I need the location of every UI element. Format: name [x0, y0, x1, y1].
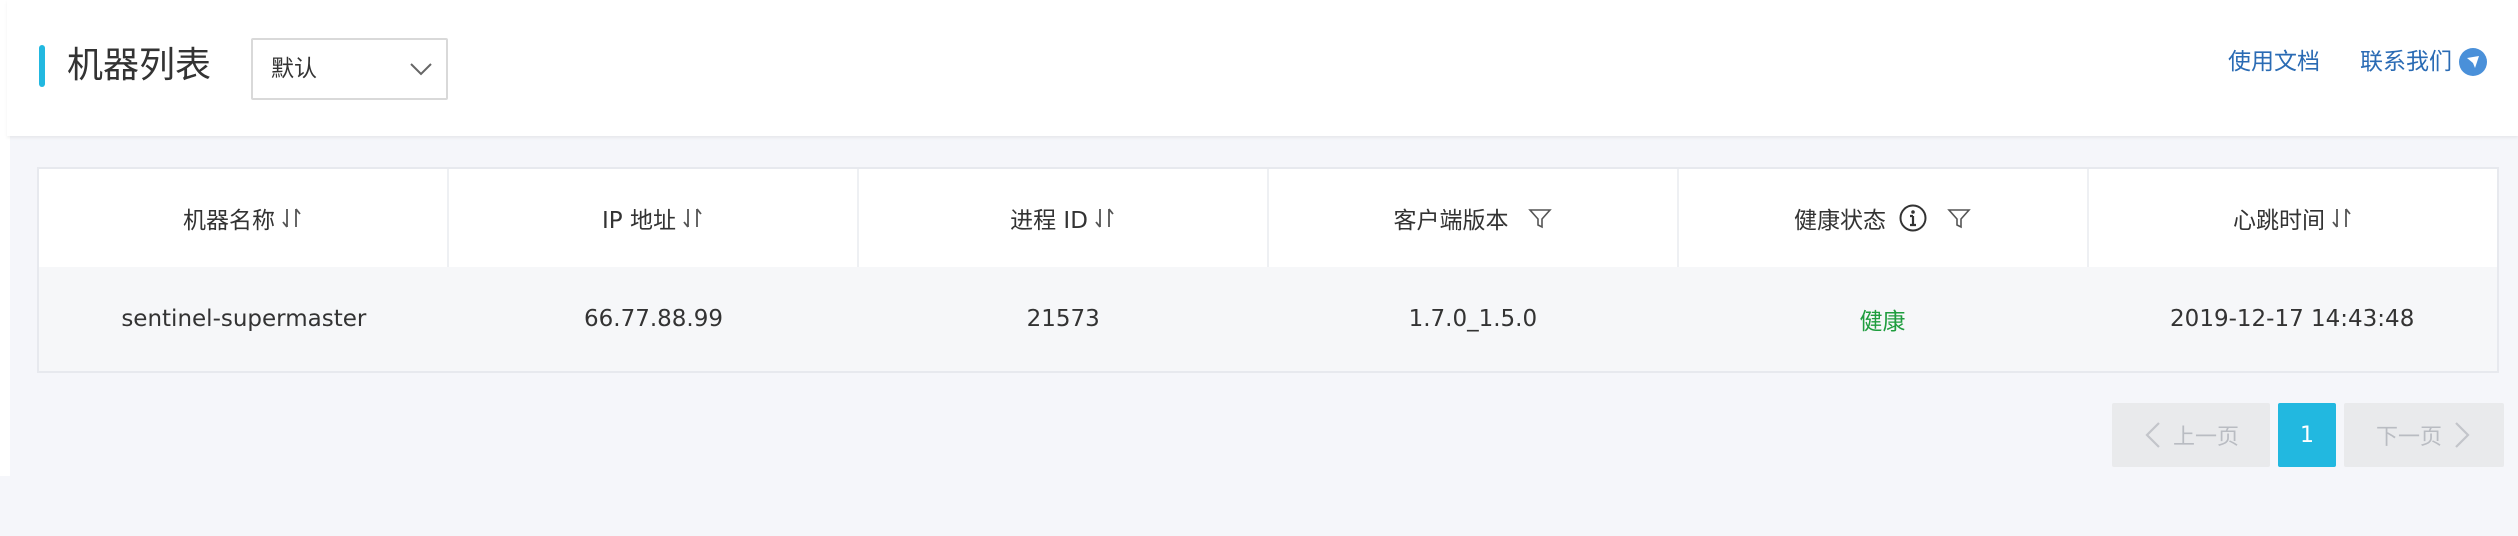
- prev-page-label: 上一页: [2172, 425, 2239, 450]
- sort-icon[interactable]: [682, 206, 704, 230]
- sort-icon[interactable]: [281, 206, 303, 230]
- chat-bubble-icon: [2459, 48, 2487, 76]
- column-header-pid[interactable]: 进程 ID: [857, 169, 1267, 267]
- column-header-client-version[interactable]: 客户端版本: [1267, 169, 1677, 267]
- header-links: 使用文档 联系我们: [2228, 46, 2488, 78]
- machine-table: 机器名称 IP 地址 进程 ID 客户端版本 健康状态 心跳时间 sentine…: [37, 167, 2499, 373]
- table-header: 机器名称 IP 地址 进程 ID 客户端版本 健康状态 心跳时间: [39, 169, 2497, 269]
- column-label: 健康状态: [1794, 208, 1886, 234]
- filter-icon[interactable]: [1527, 206, 1553, 230]
- sort-icon[interactable]: [2331, 206, 2353, 230]
- chevron-right-icon: [2455, 422, 2470, 448]
- sort-icon[interactable]: [1094, 206, 1116, 230]
- group-select[interactable]: 默认: [251, 38, 448, 100]
- column-header-machine-name[interactable]: 机器名称: [39, 169, 447, 267]
- chevron-left-icon: [2145, 422, 2160, 448]
- column-header-heartbeat[interactable]: 心跳时间: [2087, 169, 2497, 267]
- cell-heartbeat-time: 2019-12-17 14:43:48: [2170, 306, 2415, 332]
- page-1-button[interactable]: 1: [2278, 403, 2336, 467]
- title-accent-bar: [39, 45, 45, 87]
- column-label: 进程 ID: [1010, 208, 1088, 234]
- column-label: 机器名称: [183, 208, 275, 234]
- contact-link-label: 联系我们: [2360, 49, 2452, 75]
- column-label: 心跳时间: [2233, 208, 2325, 234]
- group-select-value: 默认: [271, 56, 317, 82]
- info-icon[interactable]: [1898, 203, 1928, 233]
- column-header-ip[interactable]: IP 地址: [447, 169, 857, 267]
- column-label: 客户端版本: [1393, 208, 1509, 234]
- pagination: 上一页 1 下一页: [2112, 403, 2504, 467]
- next-page-label: 下一页: [2375, 425, 2442, 450]
- cell-machine-name: sentinel-supermaster: [121, 306, 367, 332]
- table-row: sentinel-supermaster 66.77.88.99 21573 1…: [39, 267, 2497, 371]
- cell-pid: 21573: [1026, 306, 1100, 332]
- chevron-down-icon: [410, 63, 432, 76]
- cell-ip: 66.77.88.99: [584, 306, 723, 332]
- filter-icon[interactable]: [1946, 206, 1972, 230]
- docs-link[interactable]: 使用文档: [2228, 46, 2320, 78]
- cell-client-version: 1.7.0_1.5.0: [1408, 306, 1538, 332]
- column-label: IP 地址: [602, 208, 676, 234]
- next-page-button[interactable]: 下一页: [2344, 403, 2504, 467]
- contact-link[interactable]: 联系我们: [2360, 46, 2488, 78]
- page-title: 机器列表: [67, 45, 212, 86]
- prev-page-button[interactable]: 上一页: [2112, 403, 2270, 467]
- column-header-health[interactable]: 健康状态: [1677, 169, 2087, 267]
- cell-health-status: 健康: [1859, 309, 1906, 335]
- page-header: 机器列表 默认 使用文档 联系我们: [7, 0, 2518, 136]
